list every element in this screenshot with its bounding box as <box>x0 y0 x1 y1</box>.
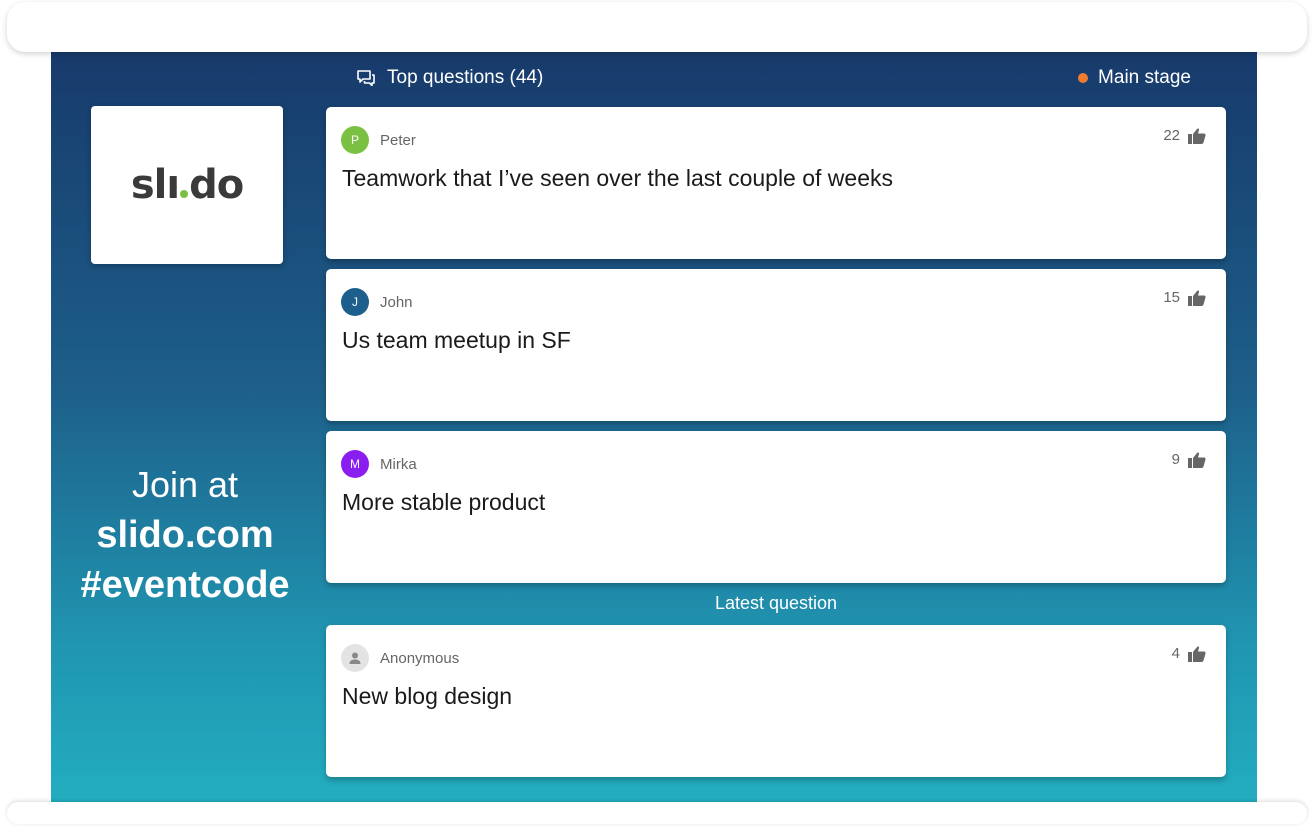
vote-count: 9 <box>1171 451 1180 468</box>
question-text: Teamwork that I’ve seen over the last co… <box>342 165 894 191</box>
top-questions-header: Top questions (44) <box>357 67 543 89</box>
question-text: More stable product <box>342 489 546 515</box>
question-author: J John <box>341 288 413 316</box>
join-at-text: Join at <box>131 464 239 505</box>
top-questions-label: Top questions (44) <box>387 67 544 88</box>
author-name: Peter <box>380 131 416 149</box>
question-author: P Peter <box>341 126 416 154</box>
window-bottom-bar <box>7 802 1307 824</box>
thumbs-up-icon[interactable] <box>1188 645 1206 662</box>
logo-text-part1: sl <box>130 162 168 208</box>
live-dot-icon <box>1078 73 1089 83</box>
question-card[interactable]: M Mirka 9 More stable product <box>326 431 1226 583</box>
person-icon <box>349 652 361 664</box>
vote-control[interactable]: 22 <box>1163 127 1206 144</box>
slido-logo: slı do <box>130 162 244 208</box>
event-code: #eventcode <box>80 564 290 606</box>
avatar: M <box>341 450 369 478</box>
vote-control[interactable]: 9 <box>1172 451 1206 468</box>
slido-logo-box: slı do <box>91 106 283 264</box>
author-name: John <box>380 293 413 311</box>
vote-control[interactable]: 4 <box>1172 645 1206 662</box>
author-name: Mirka <box>380 455 417 473</box>
logo-green-dot <box>180 190 189 198</box>
question-card[interactable]: P Peter 22 Teamwork that I’ve seen over … <box>326 107 1226 259</box>
thumbs-up-icon[interactable] <box>1188 289 1206 306</box>
thumbs-up-icon[interactable] <box>1188 451 1206 468</box>
anonymous-avatar <box>341 644 369 672</box>
stage-label: Main stage <box>1098 67 1191 88</box>
author-name: Anonymous <box>380 649 460 667</box>
thumbs-up-icon[interactable] <box>1188 127 1206 144</box>
vote-control[interactable]: 15 <box>1163 289 1206 306</box>
question-card[interactable]: J John 15 Us team meetup in SF <box>326 269 1226 421</box>
avatar: J <box>341 288 369 316</box>
join-url: slido.com <box>96 514 274 556</box>
question-text: New blog design <box>342 683 513 709</box>
join-instructions: Join at slido.com #eventcode <box>51 460 319 610</box>
vote-count: 4 <box>1171 645 1180 662</box>
latest-question-card[interactable]: Anonymous 4 New blog design <box>326 625 1226 777</box>
presentation-screen: Top questions (44) Main stage slı do Join… <box>51 50 1257 802</box>
latest-question-label: Latest question <box>714 593 838 613</box>
window-top-bar <box>7 2 1307 52</box>
logo-text-part3: do <box>189 162 244 208</box>
vote-count: 15 <box>1163 289 1180 306</box>
avatar: P <box>341 126 369 154</box>
question-text: Us team meetup in SF <box>342 327 571 353</box>
comments-icon <box>357 70 375 86</box>
vote-count: 22 <box>1163 127 1180 144</box>
stage-indicator[interactable]: Main stage <box>1078 67 1191 89</box>
logo-text-part2: ı <box>166 162 180 208</box>
question-author: Anonymous <box>341 644 459 672</box>
question-author: M Mirka <box>341 450 417 478</box>
